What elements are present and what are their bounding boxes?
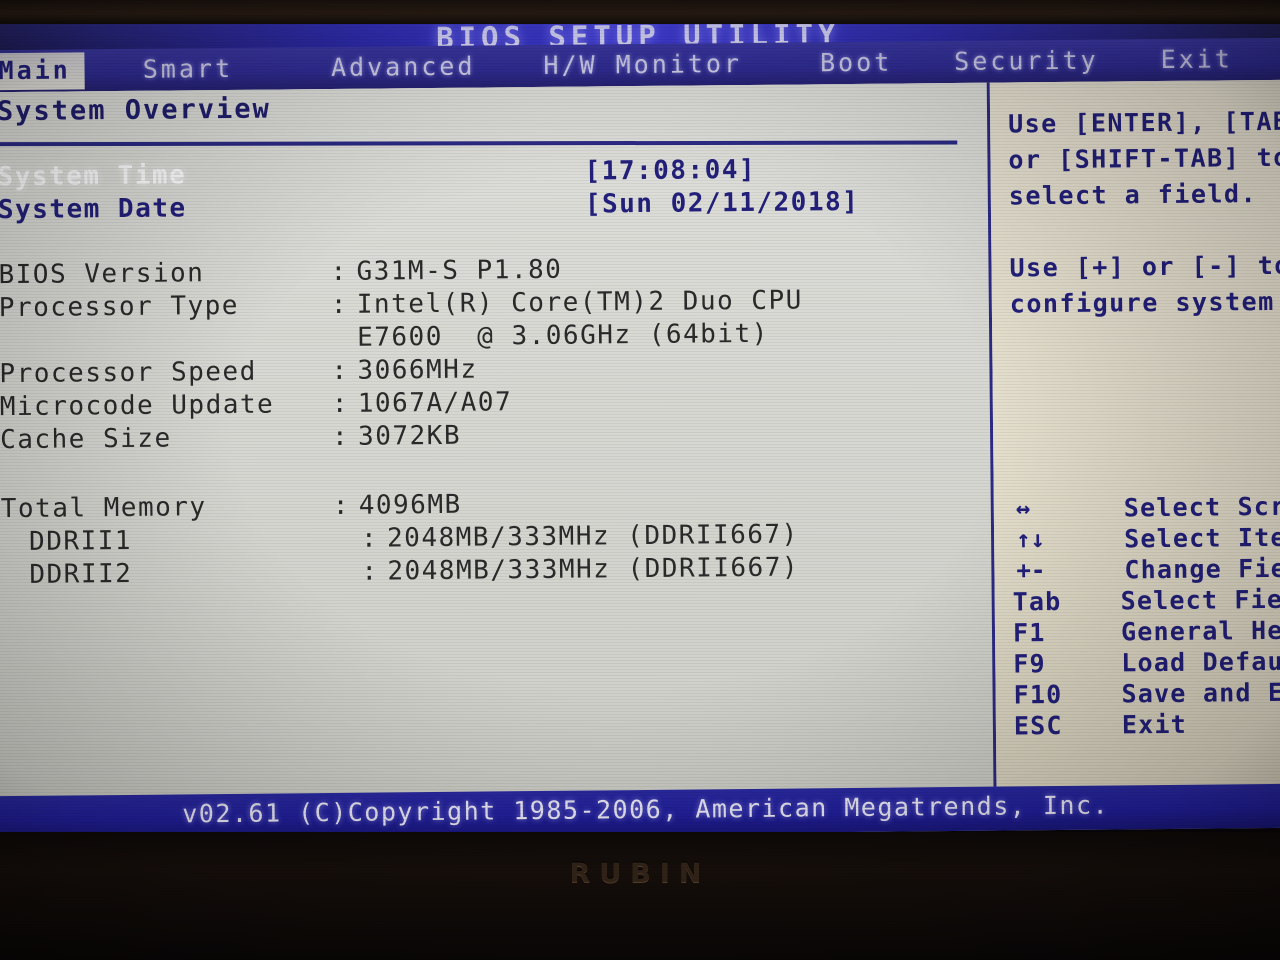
- bios-page-body: System Overview System Time [17:08:04] S…: [0, 79, 1280, 797]
- memory-colon: :: [360, 523, 379, 554]
- memory-key: DDRII1: [28, 525, 133, 557]
- legend-desc: Change Field: [1124, 553, 1280, 585]
- legend-desc: Select Screen: [1123, 491, 1280, 523]
- info-colon: :: [331, 388, 350, 419]
- section-divider: [0, 140, 958, 147]
- tab-key-label: Tab: [1012, 586, 1062, 617]
- f1-key-label: F1: [1012, 618, 1046, 648]
- tab-security[interactable]: Security: [954, 42, 1099, 80]
- info-key: Processor Type: [0, 290, 240, 324]
- help-line: Use [+] or [-] to: [1009, 250, 1280, 283]
- legend-desc: Select Item: [1123, 522, 1280, 554]
- info-key: Processor Speed: [0, 356, 257, 390]
- tab-boot[interactable]: Boot: [820, 44, 893, 82]
- tab-main[interactable]: Main: [0, 51, 85, 90]
- legend-desc: Save and Exit: [1121, 677, 1280, 709]
- info-key: BIOS Version: [0, 258, 205, 291]
- memory-colon: :: [332, 490, 351, 521]
- system-time-value[interactable]: [17:08:04]: [584, 155, 756, 187]
- memory-colon: :: [361, 556, 379, 587]
- info-key: Cache Size: [0, 423, 172, 456]
- legend-desc: Select Field: [1120, 584, 1280, 616]
- monitor-photo: BIOS SETUP UTILITY Main Smart Advanced H…: [0, 0, 1280, 960]
- legend-row-change-field: +- Change Field: [1006, 552, 1280, 587]
- section-title: System Overview: [0, 93, 271, 128]
- info-colon: :: [330, 256, 348, 287]
- help-text: Use [ENTER], [TAB] or [SHIFT-TAB] to sel…: [1008, 102, 1280, 322]
- legend-row-general-help: F1 General Help: [1007, 614, 1280, 649]
- info-colon: :: [331, 355, 349, 386]
- legend-row-exit: ESC Exit: [1008, 707, 1280, 742]
- copyright-text: v02.61 (C)Copyright 1985-2006, American …: [182, 790, 1110, 829]
- legend-row-select-field: Tab Select Field: [1007, 583, 1280, 618]
- legend-row-select-item: ↑↓ Select Item: [1006, 521, 1280, 556]
- legend-desc: General Help: [1120, 615, 1280, 647]
- plus-minus-icon: +-: [1016, 556, 1046, 585]
- help-panel: Use [ENTER], [TAB] or [SHIFT-TAB] to sel…: [989, 79, 1280, 787]
- help-line: configure system: [1009, 286, 1275, 319]
- system-info-list: BIOS Version : G31M-S P1.80 Processor Ty…: [0, 251, 982, 593]
- tab-exit[interactable]: Exit: [1160, 41, 1233, 79]
- tab-hw-monitor[interactable]: H/W Monitor: [543, 46, 742, 85]
- info-key: Microcode Update: [0, 389, 275, 423]
- memory-key: Total Memory: [0, 492, 207, 525]
- f9-key-label: F9: [1013, 649, 1046, 679]
- up-down-arrow-icon: ↑↓: [1015, 525, 1046, 554]
- info-colon: :: [331, 421, 350, 452]
- legend-desc: Load Defaults: [1121, 646, 1280, 678]
- info-key: [0, 323, 331, 359]
- monitor-bezel-top: [0, 0, 1280, 24]
- info-colon: :: [330, 289, 349, 320]
- info-colon: [331, 323, 357, 356]
- legend-row-load-defaults: F9 Load Defaults: [1007, 645, 1280, 680]
- legend-row-select-screen: ↔ Select Screen: [1006, 490, 1280, 525]
- monitor-brand-logo: RUBIN: [569, 858, 711, 889]
- system-date-value[interactable]: [Sun 02/11/2018]: [585, 187, 860, 220]
- system-time-label: System Time: [0, 160, 187, 193]
- system-overview-panel: System Overview System Time [17:08:04] S…: [0, 82, 996, 797]
- help-line: Use [ENTER], [TAB]: [1007, 106, 1280, 139]
- time-date-fields: System Time [17:08:04] System Date [Sun …: [0, 153, 978, 228]
- system-date-label: System Date: [0, 193, 187, 226]
- memory-key: DDRII2: [29, 558, 133, 590]
- legend-desc: Exit: [1121, 709, 1188, 740]
- tab-smart[interactable]: Smart: [143, 50, 234, 88]
- f10-key-label: F10: [1013, 679, 1063, 710]
- help-line-blank: [1009, 210, 1280, 250]
- left-right-arrow-icon: ↔: [1015, 494, 1031, 523]
- tab-advanced[interactable]: Advanced: [331, 48, 476, 86]
- legend-row-save-and-exit: F10 Save and Exit: [1007, 676, 1280, 711]
- bios-screen: BIOS SETUP UTILITY Main Smart Advanced H…: [0, 9, 1280, 841]
- memory-value: 2048MB/333MHz (DDRII667): [387, 552, 800, 587]
- help-line: or [SHIFT-TAB] to: [1008, 142, 1280, 175]
- info-value: 3072KB: [357, 420, 462, 452]
- monitor-bezel-bottom: [0, 832, 1280, 960]
- esc-key-label: ESC: [1013, 710, 1063, 741]
- key-legend: ↔ Select Screen ↑↓ Select Item +- Change…: [1006, 490, 1280, 742]
- help-line: select a field.: [1008, 179, 1258, 211]
